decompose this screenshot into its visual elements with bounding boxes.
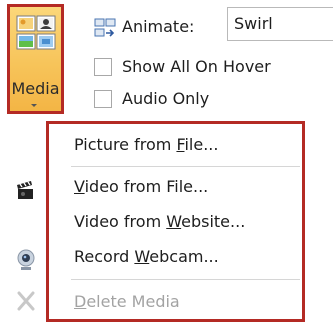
access-key: W bbox=[134, 247, 150, 266]
menu-item-text: elete Media bbox=[86, 292, 180, 311]
media-button[interactable]: Media bbox=[7, 4, 64, 114]
menu-item-text: ideo from File... bbox=[84, 177, 209, 196]
menu-item-text: ebsite... bbox=[181, 212, 246, 231]
checkbox-box[interactable] bbox=[94, 58, 112, 76]
menu-separator bbox=[71, 279, 300, 280]
menu-item-text: Record bbox=[74, 247, 135, 266]
checkbox-box[interactable] bbox=[94, 90, 112, 108]
access-key: V bbox=[74, 177, 85, 196]
media-dropdown-menu: Picture from File... Video from File... … bbox=[46, 121, 305, 322]
access-key: W bbox=[166, 212, 182, 231]
menu-item-video-from-website[interactable]: Video from Website... bbox=[49, 205, 302, 239]
webcam-icon bbox=[17, 249, 35, 270]
menu-item-record-webcam[interactable]: Record Webcam... bbox=[49, 240, 302, 274]
media-insert-icon bbox=[16, 15, 56, 50]
delete-x-icon bbox=[17, 291, 35, 311]
menu-item-delete-media: Delete Media bbox=[49, 285, 302, 319]
dropdown-arrow-icon bbox=[31, 104, 37, 107]
access-key: D bbox=[74, 292, 87, 311]
menu-item-text: ile... bbox=[184, 135, 219, 154]
animate-select[interactable]: Swirl bbox=[227, 7, 333, 41]
show-all-on-hover-label: Show All On Hover bbox=[122, 57, 271, 76]
menu-separator bbox=[71, 166, 300, 167]
audio-only-label: Audio Only bbox=[122, 89, 210, 108]
menu-item-text: ebcam... bbox=[149, 247, 219, 266]
menu-item-video-from-file[interactable]: Video from File... bbox=[49, 170, 302, 204]
menu-item-text: Picture from bbox=[74, 135, 177, 154]
menu-item-picture-from-file[interactable]: Picture from File... bbox=[49, 128, 302, 162]
menu-item-text: Video from bbox=[74, 212, 167, 231]
animate-icon bbox=[94, 18, 116, 37]
clapperboard-icon bbox=[17, 181, 33, 199]
animate-label: Animate: bbox=[122, 17, 195, 36]
media-button-label: Media bbox=[11, 79, 60, 98]
